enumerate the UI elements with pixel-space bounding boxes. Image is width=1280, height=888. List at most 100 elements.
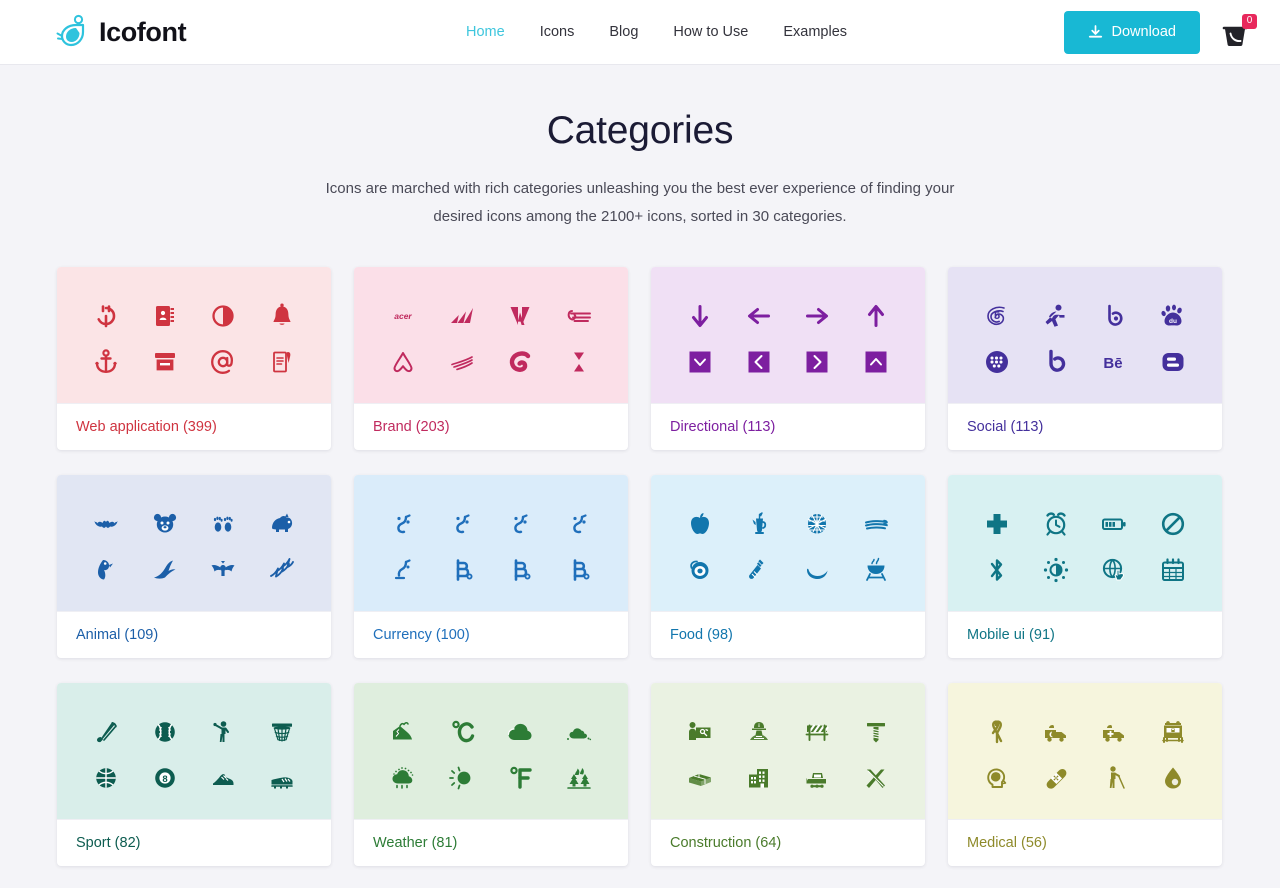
icofont-bird-logo-icon [56, 14, 90, 50]
category-card[interactable]: Currency (100) [354, 475, 628, 658]
categories-grid: Web application (399) acer Brand (203) Dire… [57, 267, 1223, 888]
category-icon-preview: acer [354, 267, 628, 403]
barbecue-icon [861, 555, 891, 585]
arrow-up-icon [861, 301, 891, 331]
category-label[interactable]: Weather (81) [354, 819, 628, 866]
blood-drop-icon [1158, 763, 1188, 793]
globe-touch-icon [1099, 555, 1129, 585]
square-chevron-up-icon [861, 347, 891, 377]
bear-icon [267, 509, 297, 539]
download-button-label: Download [1111, 24, 1177, 40]
category-label[interactable]: Food (98) [651, 611, 925, 658]
bat-icon [91, 509, 121, 539]
category-label[interactable]: Medical (56) [948, 819, 1222, 866]
category-card[interactable]: 5 du Bē Social (113) [948, 267, 1222, 450]
nav-item-examples[interactable]: Examples [783, 24, 847, 40]
block-icon [1158, 509, 1188, 539]
banana-icon [802, 555, 832, 585]
category-icon-preview [651, 475, 925, 611]
notepad-pen-icon [267, 347, 297, 377]
brand-logo[interactable]: Icofont [56, 14, 187, 50]
afghani-icon [388, 509, 418, 539]
category-card[interactable]: Animal (109) [57, 475, 331, 658]
birds-icon [267, 555, 297, 585]
category-icon-preview: 8 [57, 683, 331, 819]
arrow-down-icon [685, 301, 715, 331]
category-card[interactable]: Directional (113) [651, 267, 925, 450]
bandage-icon [1041, 763, 1071, 793]
airbnb-logo-icon [388, 347, 418, 377]
bolt-icon [861, 717, 891, 747]
nav-item-icons[interactable]: Icons [540, 24, 575, 40]
category-card[interactable]: Food (98) [651, 475, 925, 658]
category-icon-preview [948, 683, 1222, 819]
baht-plus-icon [564, 555, 594, 585]
plus-icon [982, 509, 1012, 539]
cart-button[interactable]: 0 [1222, 14, 1257, 49]
blogger-logo-icon [1158, 347, 1188, 377]
nav-item-home[interactable]: Home [466, 24, 505, 40]
sport-cleat-icon [267, 763, 297, 793]
category-card[interactable]: Web application (399) [57, 267, 331, 450]
avalanche-icon [388, 717, 418, 747]
adidas-logo-icon [447, 301, 477, 331]
anchor-icon [91, 347, 121, 377]
category-label[interactable]: Brand (203) [354, 403, 628, 450]
category-icon-preview [651, 267, 925, 403]
category-card[interactable]: Weather (81) [354, 683, 628, 866]
cart-count-badge: 0 [1242, 14, 1257, 29]
download-button[interactable]: Download [1063, 10, 1200, 54]
bulldozer-icon [802, 763, 832, 793]
category-card[interactable]: 8 Sport (82) [57, 683, 331, 866]
behance-logo-icon: Bē [1099, 347, 1129, 377]
acer-logo-icon: acer [388, 301, 418, 331]
baseball-icon [150, 717, 180, 747]
plug-icon [91, 301, 121, 331]
blackberry-logo-icon [982, 347, 1012, 377]
basketball-hoop-icon [267, 717, 297, 747]
site-header: Icofont Home Icons Blog How to Use Examp… [0, 0, 1280, 65]
nav-item-how-to-use[interactable]: How to Use [673, 24, 748, 40]
adjust-icon [208, 301, 238, 331]
afghani-plus-icon [564, 509, 594, 539]
square-chevron-right-icon [802, 347, 832, 377]
address-book-icon [150, 301, 180, 331]
category-label[interactable]: Animal (109) [57, 611, 331, 658]
artichoke-icon [802, 509, 832, 539]
category-card[interactable]: Construction (64) [651, 683, 925, 866]
svg-text:8: 8 [162, 774, 167, 785]
svg-text:5: 5 [994, 310, 1000, 322]
category-label[interactable]: Social (113) [948, 403, 1222, 450]
category-label[interactable]: Web application (399) [57, 403, 331, 450]
ambulance-cross-icon [1099, 717, 1129, 747]
bear-tracks-icon [208, 509, 238, 539]
barricade-icon [802, 717, 832, 747]
ambulance-crescent-icon [1041, 717, 1071, 747]
brightness-icon [1041, 555, 1071, 585]
nav-item-blog[interactable]: Blog [609, 24, 638, 40]
category-card[interactable]: acer Brand (203) [354, 267, 628, 450]
apple-icon [685, 509, 715, 539]
category-label[interactable]: Sport (82) [57, 819, 331, 866]
page-title: Categories [546, 109, 734, 152]
day-sunny-icon [447, 763, 477, 793]
bluetooth-icon [982, 555, 1012, 585]
category-card[interactable]: Mobile ui (91) [948, 475, 1222, 658]
bird-parrot-icon [91, 555, 121, 585]
square-chevron-down-icon [685, 347, 715, 377]
sport-shoe-icon [208, 763, 238, 793]
category-label[interactable]: Construction (64) [651, 819, 925, 866]
at-sign-icon [208, 347, 238, 377]
category-label[interactable]: Currency (100) [354, 611, 628, 658]
category-label[interactable]: Directional (113) [651, 403, 925, 450]
arabian-coffee-pot-icon [744, 509, 774, 539]
category-label[interactable]: Mobile ui (91) [948, 611, 1222, 658]
categories-page: Categories Icons are marched with rich c… [0, 65, 1280, 888]
clouds-icon [564, 717, 594, 747]
air-asia-logo-icon [447, 347, 477, 377]
aids-ribbon-icon [982, 717, 1012, 747]
category-card[interactable]: Medical (56) [948, 683, 1222, 866]
basketball-icon [91, 763, 121, 793]
category-icon-preview [57, 267, 331, 403]
ambulance-front-icon [1158, 717, 1188, 747]
